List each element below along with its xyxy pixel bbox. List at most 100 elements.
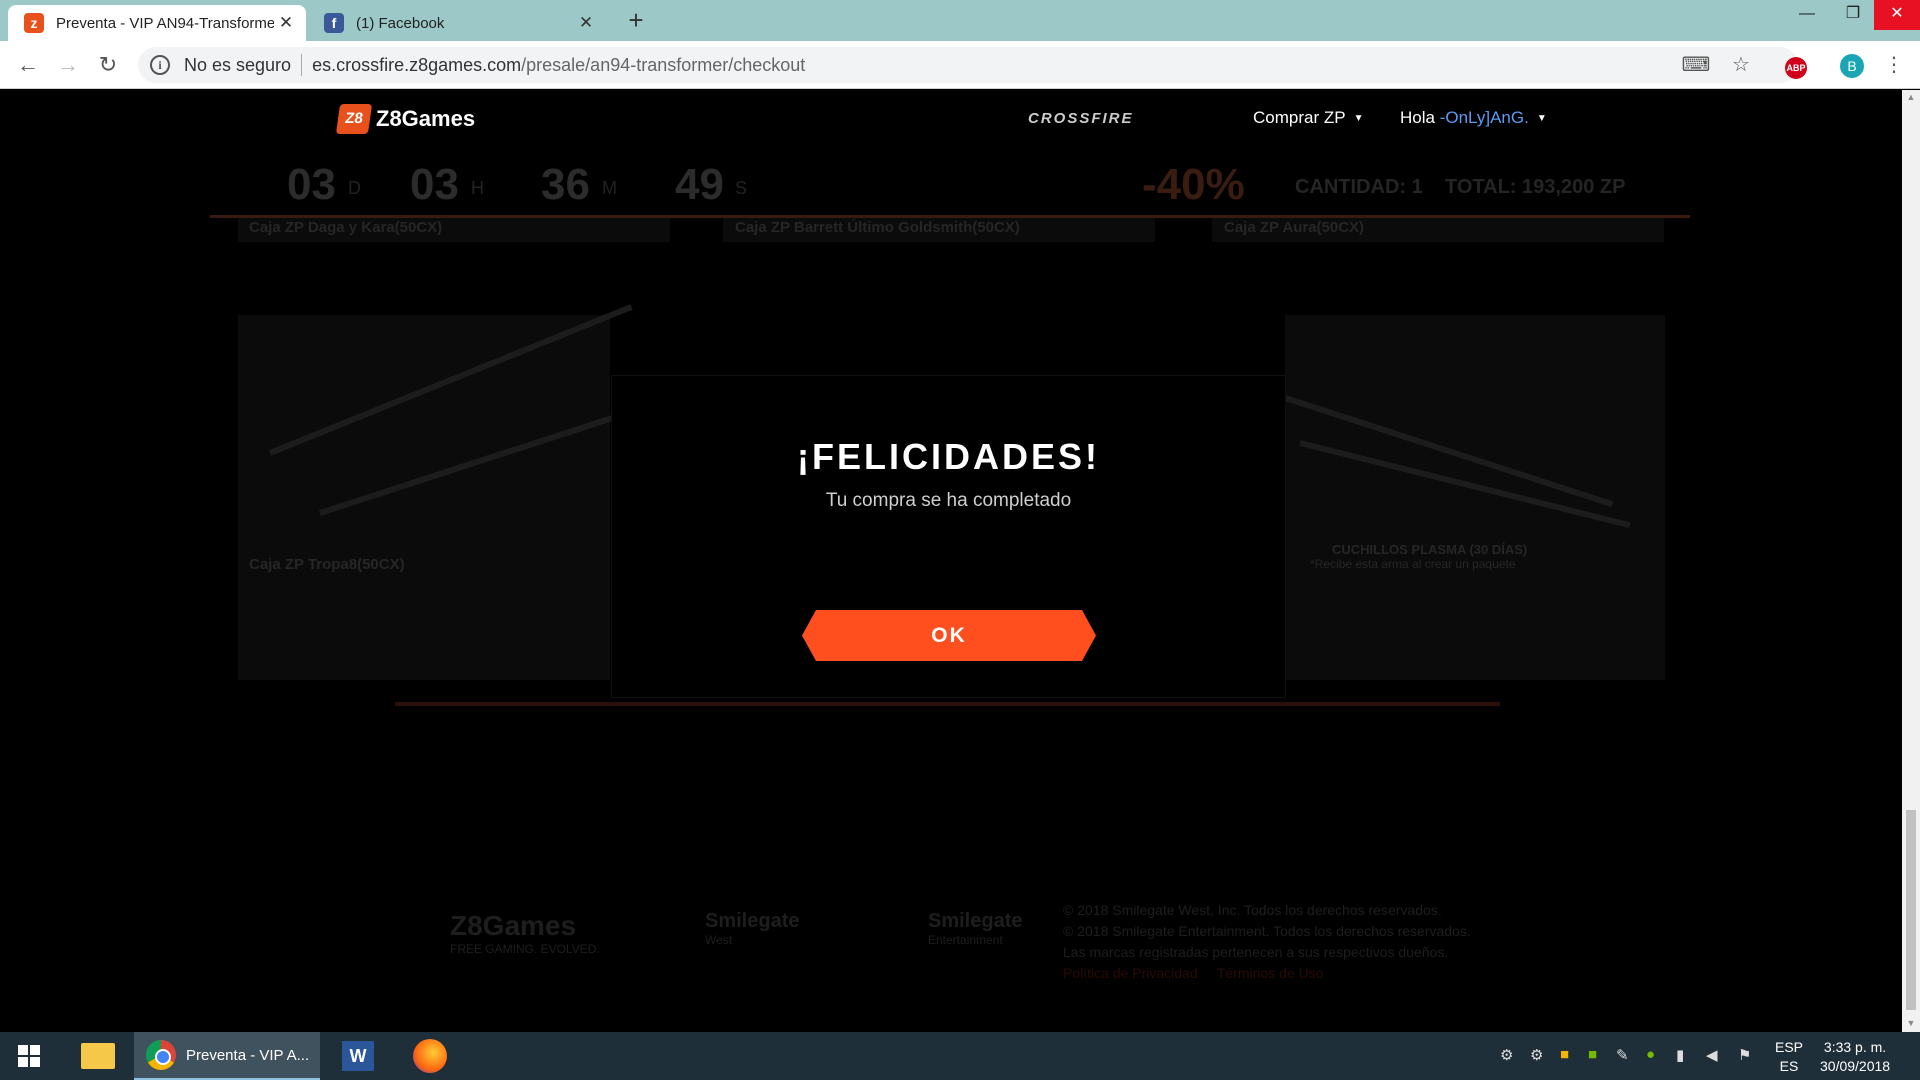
bookmark-star-icon[interactable]: ☆ xyxy=(1725,49,1757,81)
address-bar[interactable]: i No es seguro es.crossfire.z8games.com /… xyxy=(138,47,1798,83)
total-label: TOTAL: 193,200 ZP xyxy=(1445,176,1626,198)
timer-hours-unit: H xyxy=(471,178,484,198)
modal-title: ¡FELICIDADES! xyxy=(797,436,1100,477)
url-path: /presale/an94-transformer/checkout xyxy=(521,54,806,75)
word-icon: W xyxy=(342,1041,374,1071)
clock-time: 3:33 p. m. xyxy=(1823,1039,1887,1055)
restore-button[interactable]: ❐ xyxy=(1830,0,1876,30)
word-button[interactable]: W xyxy=(330,1032,386,1080)
item-label: CUCHILLOS PLASMA (30 DÍAS) xyxy=(1332,542,1528,557)
item-card xyxy=(1285,315,1665,680)
timer-days: 03 xyxy=(287,160,336,209)
translate-icon[interactable]: ⌨ xyxy=(1680,49,1712,81)
file-explorer-button[interactable] xyxy=(70,1032,126,1080)
page-content: Z8 Z8Games CROSSFIRE Comprar ZP ▼ Hola -O… xyxy=(0,90,1902,1032)
scroll-down-icon[interactable]: ▼ xyxy=(1902,1018,1920,1028)
firefox-button[interactable] xyxy=(402,1032,458,1080)
footer-logo-z8games[interactable]: Z8Games FREE GAMING. EVOLVED. xyxy=(450,910,600,956)
action-center-flag-icon[interactable]: ⚑ xyxy=(1738,1046,1751,1064)
chrome-taskbar-button[interactable]: Preventa - VIP A... xyxy=(134,1032,320,1080)
close-tab-icon[interactable]: ✕ xyxy=(574,13,598,33)
buy-zp-label: Comprar ZP xyxy=(1253,108,1346,127)
copyright-line: © 2018 Smilegate West, Inc. Todos los de… xyxy=(1063,902,1442,918)
tab-facebook[interactable]: f (1) Facebook ✕ xyxy=(308,5,606,41)
reload-icon[interactable]: ↻ xyxy=(94,51,122,79)
success-modal: ¡FELICIDADES! Tu compra se ha completado… xyxy=(611,375,1286,698)
volume-icon[interactable]: ◀ xyxy=(1706,1046,1718,1064)
info-icon[interactable]: i xyxy=(150,55,170,75)
timer-seconds-unit: S xyxy=(735,178,748,198)
close-tab-icon[interactable]: ✕ xyxy=(274,13,298,33)
divider xyxy=(301,54,303,76)
network-icon[interactable]: ▮ xyxy=(1676,1046,1684,1064)
username: -OnLy]AnG. xyxy=(1439,108,1529,127)
privacy-link[interactable]: Política de Privacidad xyxy=(1063,965,1198,981)
timer-hours: 03 xyxy=(410,160,459,209)
z8games-logo[interactable]: Z8 Z8Games xyxy=(335,104,476,134)
greeting: Hola xyxy=(1400,108,1435,127)
browser-toolbar: ← → ↻ i No es seguro es.crossfire.z8game… xyxy=(0,41,1920,89)
timer-days-unit: D xyxy=(348,178,361,198)
tray-app-icon[interactable]: ● xyxy=(1646,1046,1655,1063)
page-scrollbar[interactable]: ▲ ▼ xyxy=(1902,90,1920,1032)
scrollbar-thumb[interactable] xyxy=(1906,810,1916,1010)
timer-minutes: 36 xyxy=(541,160,590,209)
item-label: Caja ZP Barrett Último Goldsmith(50CX) xyxy=(735,219,1020,236)
crossfire-logo[interactable]: CROSSFIRE xyxy=(1028,110,1134,127)
tab-title: (1) Facebook xyxy=(356,14,445,32)
copyright-block: © 2018 Smilegate West, Inc. Todos los de… xyxy=(1063,900,1471,984)
frame-divider xyxy=(395,702,1500,706)
item-label: Caja ZP Aura(50CX) xyxy=(1224,219,1365,236)
footer-logo-smilegate-entertainment[interactable]: Smilegate Entertainment xyxy=(928,910,1022,947)
menu-icon[interactable]: ⋮ xyxy=(1878,49,1910,81)
terms-link[interactable]: Términos de Uso xyxy=(1217,965,1324,981)
tab-title: Preventa - VIP AN94-Transforme xyxy=(56,14,274,32)
firefox-icon xyxy=(413,1039,447,1073)
item-label: Caja ZP Daga y Kara(50CX) xyxy=(249,219,443,236)
chevron-down-icon: ▼ xyxy=(1353,113,1364,125)
browser-tab-strip: z Preventa - VIP AN94-Transforme ✕ f (1)… xyxy=(0,0,1920,41)
logo-text: Z8Games xyxy=(376,106,476,131)
copyright-line: Las marcas registradas pertenecen a sus … xyxy=(1063,944,1449,960)
language-indicator[interactable]: ESP ES xyxy=(1775,1038,1803,1076)
clock-date: 30/09/2018 xyxy=(1820,1058,1891,1074)
profile-avatar[interactable]: B xyxy=(1836,49,1868,81)
forward-icon[interactable]: → xyxy=(54,51,82,79)
discount-badge: -40% xyxy=(1142,160,1245,209)
z8-mark-icon: Z8 xyxy=(335,104,373,134)
buy-zp-menu[interactable]: Comprar ZP ▼ xyxy=(1253,108,1363,128)
modal-subtitle: Tu compra se ha completado xyxy=(825,490,1072,511)
new-tab-button[interactable]: + xyxy=(622,7,650,35)
item-note: *Recibe esta arma al crear un paquete xyxy=(1310,557,1516,571)
copyright-line: © 2018 Smilegate Entertainment. Todos lo… xyxy=(1063,923,1471,939)
tray-app-icon[interactable]: ⚙ xyxy=(1530,1046,1543,1064)
start-button[interactable] xyxy=(0,1032,58,1080)
quantity-label: CANTIDAD: 1 xyxy=(1295,176,1423,198)
system-clock[interactable]: 3:33 p. m. 30/09/2018 xyxy=(1820,1038,1890,1076)
tray-app-icon[interactable]: ⚙ xyxy=(1500,1046,1513,1064)
folder-icon xyxy=(81,1043,115,1069)
tray-app-icon[interactable]: ✎ xyxy=(1616,1046,1629,1064)
ok-button[interactable]: OK xyxy=(802,610,1096,661)
footer-logo-smilegate-west[interactable]: Smilegate West xyxy=(705,910,799,947)
scroll-up-icon[interactable]: ▲ xyxy=(1902,92,1920,102)
tray-color-icon[interactable]: ■ xyxy=(1560,1046,1569,1063)
active-window-label: Preventa - VIP A... xyxy=(186,1046,310,1064)
timer-seconds: 49 xyxy=(675,160,724,209)
windows-logo-icon xyxy=(18,1045,40,1067)
chevron-down-icon: ▼ xyxy=(1536,113,1547,125)
security-label: No es seguro xyxy=(184,54,292,75)
adblock-icon[interactable]: ABP xyxy=(1780,49,1812,81)
item-label: Caja ZP Tropa8(50CX) xyxy=(249,556,405,573)
facebook-favicon-icon: f xyxy=(324,13,344,33)
url-host: es.crossfire.z8games.com xyxy=(312,54,522,75)
tab-preventa[interactable]: z Preventa - VIP AN94-Transforme ✕ xyxy=(8,5,306,41)
z8games-favicon-icon: z xyxy=(24,13,44,33)
footer-links: Política de Privacidad Términos de Uso xyxy=(1063,963,1471,984)
timer-minutes-unit: M xyxy=(602,178,617,198)
nvidia-icon[interactable]: ■ xyxy=(1588,1046,1597,1063)
close-window-button[interactable]: ✕ xyxy=(1874,0,1920,30)
minimize-button[interactable]: — xyxy=(1784,0,1830,30)
user-menu[interactable]: Hola -OnLy]AnG. ▼ xyxy=(1400,108,1547,128)
back-icon[interactable]: ← xyxy=(14,51,42,79)
